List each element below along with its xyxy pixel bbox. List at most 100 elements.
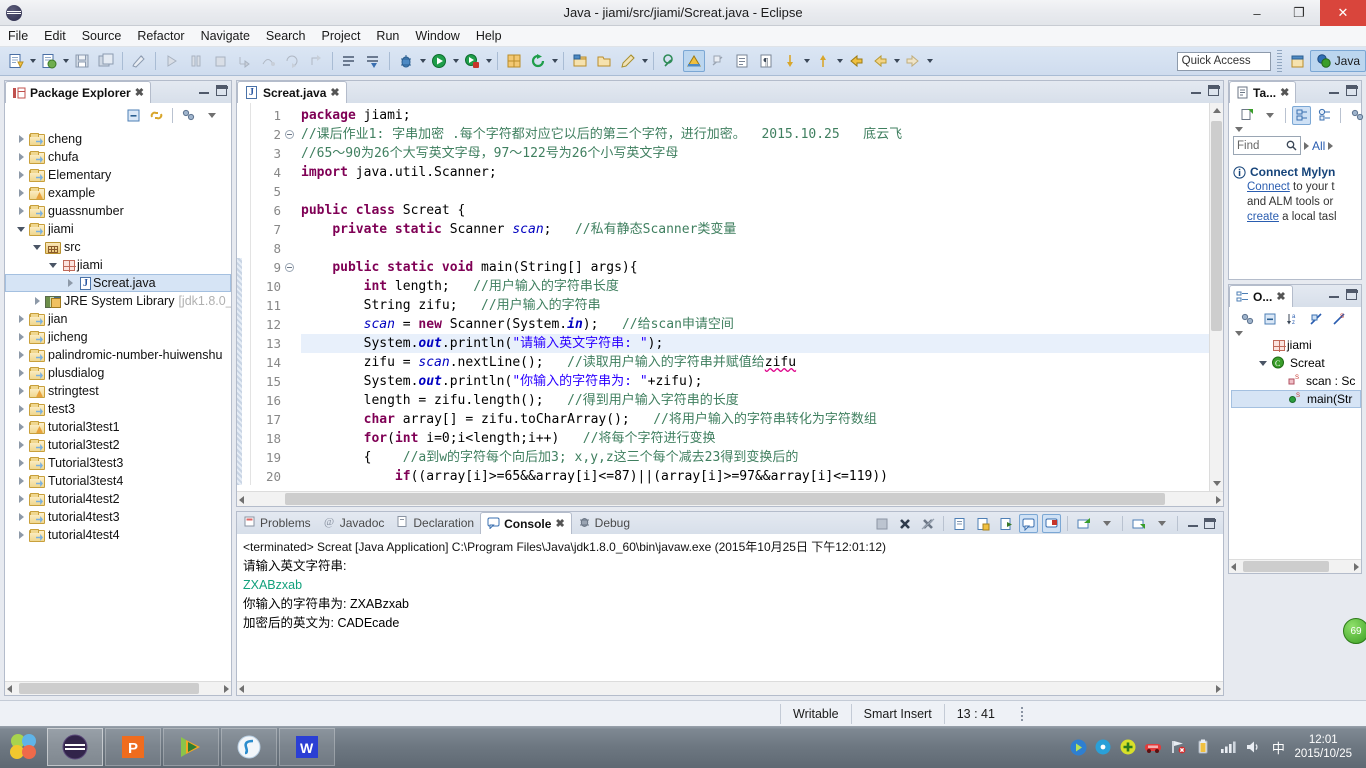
mylyn-create-link[interactable]: create — [1247, 211, 1279, 223]
tree-item[interactable]: jicheng — [5, 328, 231, 346]
next-annotation-button[interactable] — [779, 50, 801, 72]
twisty-collapsed[interactable] — [13, 423, 29, 431]
media-icon[interactable] — [1069, 738, 1087, 756]
previous-annotation-button[interactable] — [812, 50, 834, 72]
menu-help[interactable]: Help — [468, 27, 510, 45]
scroll-left-icon[interactable] — [239, 685, 244, 693]
code-line[interactable]: System.out.println("请输入英文字符串: "); — [301, 334, 1223, 353]
tree-item[interactable]: tutorial4test3 — [5, 508, 231, 526]
last-edit-location-button[interactable] — [845, 50, 867, 72]
step-over-button[interactable] — [257, 50, 279, 72]
tab-declaration[interactable]: Declaration — [390, 512, 480, 534]
step-return-button[interactable] — [281, 50, 303, 72]
code-line[interactable]: for(int i=0;i<length;i++) //将每个字符进行变换 — [301, 429, 1223, 448]
tree-item[interactable]: tutorial4test4 — [5, 526, 231, 544]
tree-item[interactable]: guassnumber — [5, 202, 231, 220]
save-button[interactable] — [71, 50, 93, 72]
categorized-view-icon[interactable] — [1292, 105, 1311, 125]
tree-item[interactable]: example — [5, 184, 231, 202]
pin-console-icon[interactable] — [973, 514, 992, 533]
view-menu-icon[interactable] — [202, 106, 221, 125]
new-wizard-dropdown[interactable] — [28, 50, 37, 72]
taskbar-media-player-icon[interactable] — [163, 728, 219, 766]
editor-vscroll-thumb[interactable] — [1211, 121, 1222, 331]
twisty-collapsed[interactable] — [13, 315, 29, 323]
quick-access-input[interactable]: Quick Access — [1176, 51, 1271, 71]
new-java-class-dropdown[interactable] — [61, 50, 70, 72]
taskbar-wps-presentation-icon[interactable]: P — [105, 728, 161, 766]
twisty-collapsed[interactable] — [13, 153, 29, 161]
outline-hscrollbar[interactable] — [1229, 559, 1361, 573]
editor-vertical-scrollbar[interactable] — [1209, 103, 1223, 491]
tree-item[interactable]: src — [5, 238, 231, 256]
minimize-view-icon[interactable] — [1329, 290, 1339, 300]
show-console-on-output-icon[interactable] — [1019, 514, 1038, 533]
tree-item[interactable]: Tutorial3test4 — [5, 472, 231, 490]
flag-icon[interactable] — [1169, 738, 1187, 756]
open-console-dropdown-icon[interactable] — [1074, 514, 1093, 533]
scroll-left-icon[interactable] — [239, 496, 244, 504]
twisty-expanded[interactable] — [29, 244, 45, 250]
twisty-collapsed[interactable] — [13, 513, 29, 521]
paragraph-marks-button[interactable]: ¶ — [755, 50, 777, 72]
ime-icon[interactable]: 中 — [1269, 738, 1287, 756]
twisty-expanded[interactable] — [45, 262, 61, 268]
run-button[interactable] — [428, 50, 450, 72]
minimize-view-icon[interactable] — [1329, 86, 1339, 96]
outline-item[interactable]: Smain(Str — [1231, 390, 1361, 408]
twisty-collapsed[interactable] — [13, 207, 29, 215]
toggle-mark-occurrences-button[interactable] — [683, 50, 705, 72]
twisty-collapsed[interactable] — [29, 297, 45, 305]
tree-item[interactable]: cheng — [5, 130, 231, 148]
twisty-collapsed[interactable] — [13, 531, 29, 539]
tree-item[interactable]: tutorial3test1 — [5, 418, 231, 436]
close-button[interactable]: ✕ — [1320, 0, 1366, 26]
refresh-dropdown[interactable] — [550, 50, 559, 72]
twisty-collapsed[interactable] — [13, 495, 29, 503]
link-with-editor-icon[interactable] — [147, 106, 166, 125]
twisty-collapsed[interactable] — [13, 405, 29, 413]
signal-icon[interactable] — [1219, 738, 1237, 756]
new-wizard-button[interactable] — [5, 50, 27, 72]
code-line[interactable]: private static Scanner scan; //私有静态Scann… — [301, 220, 1223, 239]
scroll-left-icon[interactable] — [1231, 563, 1236, 571]
code-line[interactable]: System.out.println("你输入的字符串为: "+zifu); — [301, 372, 1223, 391]
twisty-collapsed[interactable] — [13, 189, 29, 197]
minimize-view-icon[interactable] — [199, 86, 209, 96]
outline-item[interactable]: Sscan : Sc — [1231, 372, 1361, 390]
close-icon[interactable]: ✖ — [135, 86, 144, 99]
next-annotation-dropdown[interactable] — [802, 50, 811, 72]
drop-to-frame-button[interactable] — [305, 50, 327, 72]
collapse-all-icon[interactable] — [1260, 310, 1279, 329]
skip-breakpoints-button[interactable] — [707, 50, 729, 72]
car-icon[interactable] — [1144, 738, 1162, 756]
menu-project[interactable]: Project — [314, 27, 369, 45]
task-filter-all-label[interactable]: All — [1312, 139, 1325, 153]
disc-icon[interactable] — [1094, 738, 1112, 756]
twisty-collapsed[interactable] — [13, 171, 29, 179]
menu-navigate[interactable]: Navigate — [193, 27, 258, 45]
open-type-button[interactable] — [338, 50, 360, 72]
twisty-collapsed[interactable] — [13, 459, 29, 467]
tab-debug[interactable]: Debug — [572, 512, 636, 534]
close-icon[interactable]: ✖ — [1276, 290, 1285, 303]
twisty-collapsed[interactable] — [13, 351, 29, 359]
find-next-icon[interactable] — [1328, 141, 1334, 150]
code-line[interactable]: public class Screat { — [301, 201, 1223, 220]
remove-all-terminated-icon[interactable] — [918, 514, 937, 533]
maximize-view-icon[interactable] — [216, 85, 228, 96]
tab-problems[interactable]: Problems — [237, 512, 317, 534]
scroll-right-icon[interactable] — [224, 685, 229, 693]
new-java-project-button[interactable] — [503, 50, 525, 72]
floating-status-badge[interactable]: 69 — [1343, 618, 1366, 644]
start-orb[interactable] — [0, 726, 46, 768]
open-perspective-toolbar-button[interactable] — [1287, 50, 1309, 72]
shield-icon[interactable] — [1119, 738, 1137, 756]
new-task-icon[interactable] — [1237, 106, 1256, 125]
editor-horizontal-scrollbar[interactable] — [237, 491, 1223, 506]
editor-hscroll-thumb[interactable] — [285, 493, 1165, 505]
show-whitespace-button[interactable] — [731, 50, 753, 72]
taskbar-sogou-icon[interactable] — [221, 728, 277, 766]
twisty-collapsed[interactable] — [13, 369, 29, 377]
close-icon[interactable]: ✖ — [1280, 86, 1289, 99]
